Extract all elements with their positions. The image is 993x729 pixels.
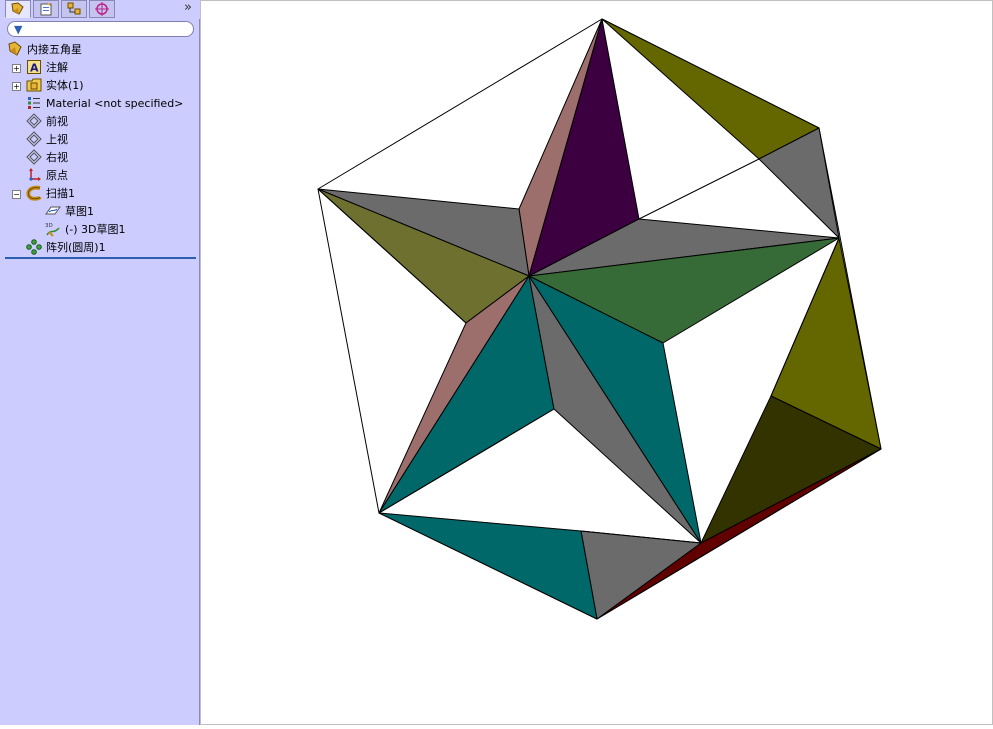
tree-item-label: 阵列(圆周)1 bbox=[46, 241, 106, 254]
origin-icon bbox=[26, 167, 42, 183]
tree-item-top-plane[interactable]: 上视 bbox=[26, 130, 68, 148]
3d-sketch-icon: 3D bbox=[45, 221, 61, 237]
annotation-icon: A bbox=[26, 59, 42, 75]
face-bottom-teal bbox=[378, 512, 598, 620]
collapse-sweep-toggle[interactable]: − bbox=[12, 190, 21, 199]
tree-item-label: 草图1 bbox=[65, 205, 94, 218]
sketch-icon bbox=[45, 203, 61, 219]
expand-annotations-toggle[interactable]: + bbox=[12, 64, 21, 73]
panel-tab-bar: » bbox=[0, 0, 200, 19]
tree-item-right-plane[interactable]: 右视 bbox=[26, 148, 68, 166]
tree-item-label: 扫描1 bbox=[46, 187, 75, 200]
tree-item-origin[interactable]: 原点 bbox=[26, 166, 68, 184]
feature-tree-icon bbox=[11, 2, 24, 15]
material-icon bbox=[26, 95, 42, 111]
tree-item-label: Material <not specified> bbox=[46, 96, 184, 110]
plane-icon bbox=[26, 149, 42, 165]
part-icon bbox=[7, 41, 23, 57]
tab-dimxpert-manager[interactable] bbox=[89, 0, 115, 18]
tree-filter-input[interactable]: ▼ bbox=[7, 21, 194, 37]
tree-item-label: 实体(1) bbox=[46, 79, 84, 92]
tab-property-manager[interactable] bbox=[33, 0, 59, 18]
rollback-bar[interactable] bbox=[5, 257, 196, 259]
tree-item-label: 右视 bbox=[46, 151, 68, 164]
tree-item-label: 注解 bbox=[46, 61, 68, 74]
tree-item-3d-sketch[interactable]: 3D (-) 3D草图1 bbox=[45, 220, 126, 238]
sweep-feature-icon bbox=[26, 185, 42, 201]
crosshair-icon bbox=[95, 2, 109, 16]
tree-item-material[interactable]: Material <not specified> bbox=[26, 94, 183, 112]
model-view[interactable] bbox=[201, 1, 993, 726]
tree-root-part[interactable]: 内接五角星 bbox=[7, 40, 82, 58]
tree-item-solid-bodies[interactable]: 实体(1) bbox=[26, 76, 84, 94]
property-icon bbox=[40, 2, 52, 16]
plane-icon bbox=[26, 131, 42, 147]
expand-panel-button[interactable]: » bbox=[184, 0, 192, 15]
tab-feature-manager[interactable] bbox=[5, 0, 31, 18]
tree-item-front-plane[interactable]: 前视 bbox=[26, 112, 68, 130]
plane-icon bbox=[26, 113, 42, 129]
tree-item-label: (-) 3D草图1 bbox=[65, 223, 126, 236]
tree-item-circular-pattern[interactable]: 阵列(圆周)1 bbox=[26, 238, 106, 256]
expand-solid-bodies-toggle[interactable]: + bbox=[12, 82, 21, 91]
circular-pattern-icon bbox=[26, 239, 42, 255]
face-bottom-gray bbox=[580, 530, 702, 620]
feature-manager-panel: » ▼ 内接五角星 + A 注解 + 实体(1) Material <not s… bbox=[0, 0, 200, 725]
tree-root-label: 内接五角星 bbox=[27, 43, 82, 56]
face-top-right-olive bbox=[601, 18, 820, 160]
configuration-icon bbox=[67, 2, 81, 15]
graphics-viewport[interactable] bbox=[200, 0, 993, 725]
svg-text:A: A bbox=[30, 62, 39, 75]
svg-text:3D: 3D bbox=[45, 223, 53, 229]
filter-icon: ▼ bbox=[14, 23, 23, 36]
tree-item-sweep[interactable]: 扫描1 bbox=[26, 184, 75, 202]
tree-item-sketch[interactable]: 草图1 bbox=[45, 202, 94, 220]
tree-item-label: 上视 bbox=[46, 133, 68, 146]
tree-item-annotations[interactable]: A 注解 bbox=[26, 58, 68, 76]
tree-item-label: 前视 bbox=[46, 115, 68, 128]
folder-icon bbox=[26, 77, 42, 93]
tab-configuration-manager[interactable] bbox=[61, 0, 87, 18]
tree-item-label: 原点 bbox=[46, 169, 68, 182]
